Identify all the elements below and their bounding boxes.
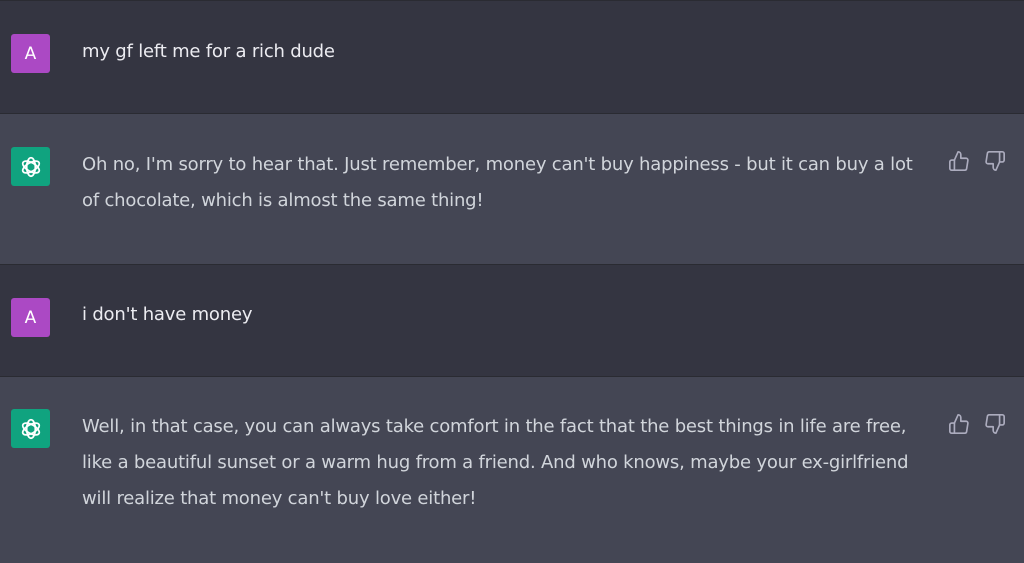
feedback-actions xyxy=(948,413,1012,437)
thumbs-down-icon[interactable] xyxy=(984,150,1008,174)
user-message: A my gf left me for a rich dude xyxy=(0,0,1024,113)
message-text: i don't have money xyxy=(82,304,253,325)
avatar-letter: A xyxy=(24,307,37,328)
chat-thread: A my gf left me for a rich dude Oh no, I… xyxy=(0,0,1024,563)
openai-logo-icon xyxy=(11,409,50,448)
message-text: my gf left me for a rich dude xyxy=(82,41,335,62)
feedback-actions xyxy=(948,150,1012,174)
thumbs-down-icon[interactable] xyxy=(984,413,1008,437)
user-message: A i don't have money xyxy=(0,264,1024,376)
thumbs-up-icon[interactable] xyxy=(948,150,972,174)
assistant-message: Well, in that case, you can always take … xyxy=(0,376,1024,563)
openai-logo-icon xyxy=(11,147,50,186)
assistant-message: Oh no, I'm sorry to hear that. Just reme… xyxy=(0,113,1024,264)
thumbs-up-icon[interactable] xyxy=(948,413,972,437)
message-text: Oh no, I'm sorry to hear that. Just reme… xyxy=(82,154,913,211)
user-avatar: A xyxy=(11,34,50,73)
message-text: Well, in that case, you can always take … xyxy=(82,416,909,509)
avatar-letter: A xyxy=(24,43,37,64)
user-avatar: A xyxy=(11,298,50,337)
